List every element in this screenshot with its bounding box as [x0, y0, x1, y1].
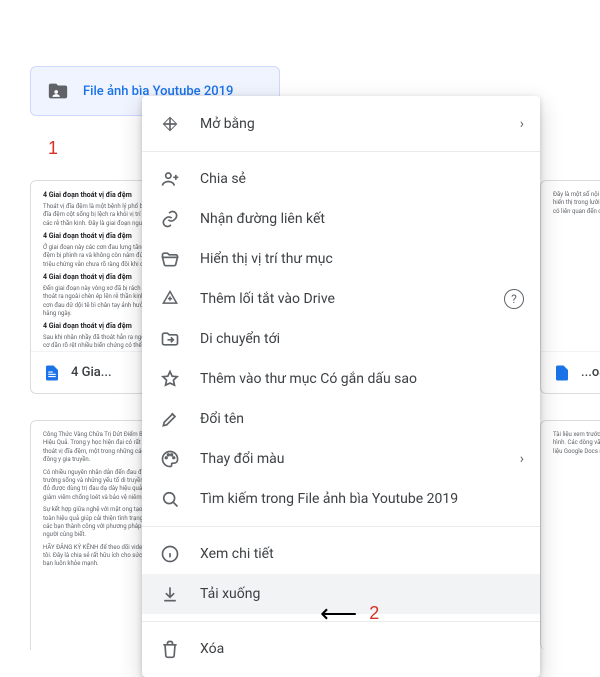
- annotation-number: 2: [369, 603, 379, 624]
- move-to-icon: [158, 327, 182, 351]
- menu-label: Chia sẻ: [200, 171, 524, 187]
- menu-label: Nhận đường liên kết: [200, 211, 524, 227]
- open-with-icon: [158, 112, 182, 136]
- pencil-icon: [158, 407, 182, 431]
- menu-label: Xóa: [200, 641, 524, 657]
- context-menu: Mở bằng › Chia sẻ Nhận đường liên kết Hi…: [142, 96, 540, 677]
- menu-search-within[interactable]: Tìm kiếm trong File ảnh bìa Youtube 2019: [142, 479, 540, 519]
- menu-view-details[interactable]: Xem chi tiết: [142, 534, 540, 574]
- menu-label: Hiển thị vị trí thư mục: [200, 251, 524, 267]
- menu-rename[interactable]: Đổi tên: [142, 399, 540, 439]
- chevron-right-icon: ›: [520, 116, 524, 132]
- shared-folder-icon: [47, 80, 69, 102]
- menu-label: Thay đổi màu: [200, 451, 520, 467]
- file-preview: Đây là một số nội dung văn bản xem trước…: [541, 181, 600, 351]
- menu-separator: [142, 526, 540, 527]
- file-card[interactable]: Đây là một số nội dung văn bản xem trước…: [540, 180, 600, 394]
- menu-label: Thêm vào thư mục Có gắn dấu sao: [200, 371, 524, 387]
- menu-label: Mở bằng: [200, 116, 520, 132]
- menu-share[interactable]: Chia sẻ: [142, 159, 540, 199]
- info-icon: [158, 542, 182, 566]
- docs-icon: [553, 364, 571, 382]
- file-card[interactable]: Tài liệu xem trước khác hiển thị một phầ…: [540, 420, 600, 650]
- drive-shortcut-icon: [158, 287, 182, 311]
- menu-add-star[interactable]: Thêm vào thư mục Có gắn dấu sao: [142, 359, 540, 399]
- docs-icon: [43, 364, 61, 382]
- folder-open-icon: [158, 247, 182, 271]
- annotation-2: ⟵ 2: [320, 600, 379, 626]
- menu-show-location[interactable]: Hiển thị vị trí thư mục: [142, 239, 540, 279]
- search-prefix: Tìm kiếm trong: [200, 491, 297, 507]
- search-folder-name: File ảnh bìa Youtube 2019: [297, 491, 458, 507]
- menu-add-shortcut[interactable]: Thêm lối tắt vào Drive ?: [142, 279, 540, 319]
- search-icon: [158, 487, 182, 511]
- file-title: ...oa ...: [581, 365, 600, 380]
- annotation-1: 1: [48, 138, 58, 159]
- menu-label: Tìm kiếm trong File ảnh bìa Youtube 2019: [200, 491, 524, 507]
- menu-separator: [142, 151, 540, 152]
- link-icon: [158, 207, 182, 231]
- palette-icon: [158, 447, 182, 471]
- help-icon[interactable]: ?: [504, 289, 524, 309]
- trash-icon: [158, 637, 182, 661]
- menu-label: Di chuyển tới: [200, 331, 524, 347]
- star-icon: [158, 367, 182, 391]
- file-preview: Tài liệu xem trước khác hiển thị một phầ…: [541, 421, 600, 650]
- menu-label: Xem chi tiết: [200, 546, 524, 562]
- menu-label: Thêm lối tắt vào Drive: [200, 291, 504, 307]
- arrow-left-icon: ⟵: [320, 600, 357, 626]
- chevron-right-icon: ›: [520, 451, 524, 467]
- download-icon: [158, 582, 182, 606]
- file-title-row: ...oa ...: [541, 351, 600, 393]
- menu-move-to[interactable]: Di chuyển tới: [142, 319, 540, 359]
- menu-get-link[interactable]: Nhận đường liên kết: [142, 199, 540, 239]
- person-add-icon: [158, 167, 182, 191]
- menu-label: Đổi tên: [200, 411, 524, 427]
- file-title: 4 Gia...: [71, 365, 112, 380]
- menu-remove[interactable]: Xóa: [142, 629, 540, 669]
- menu-open-with[interactable]: Mở bằng ›: [142, 104, 540, 144]
- menu-change-color[interactable]: Thay đổi màu ›: [142, 439, 540, 479]
